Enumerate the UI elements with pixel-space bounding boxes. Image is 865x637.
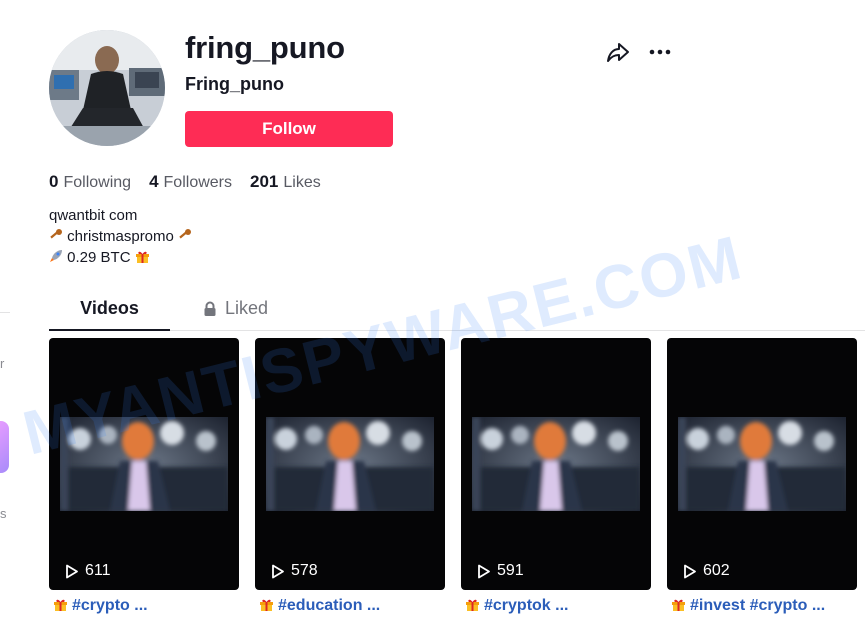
video-thumbnail — [266, 417, 434, 511]
lock-icon — [204, 301, 216, 316]
play-icon — [478, 564, 490, 578]
gift-icon — [466, 599, 479, 611]
sidebar-promo-button[interactable] — [0, 421, 9, 473]
nickname: Fring_puno — [185, 74, 284, 94]
video-card[interactable]: 591 — [461, 338, 651, 590]
profile-tabs: Videos Liked — [49, 296, 865, 331]
stat-following[interactable]: 0 Following — [49, 172, 131, 192]
stat-likes: 201 Likes — [250, 172, 321, 191]
video-caption[interactable]: #education ... — [259, 597, 380, 615]
sidebar-divider — [0, 312, 10, 313]
bio-line: christmaspromo — [49, 226, 192, 247]
more-options-button[interactable] — [646, 38, 674, 66]
avatar[interactable] — [49, 30, 165, 146]
video-thumbnail — [60, 417, 228, 511]
view-count: 578 — [271, 562, 318, 580]
video-thumbnail — [678, 417, 846, 511]
video-thumbnail — [472, 417, 640, 511]
video-caption[interactable]: #invest #crypto ... — [671, 597, 825, 615]
share-button[interactable] — [604, 38, 632, 66]
play-icon — [684, 564, 696, 578]
bio-line: qwantbit com — [49, 207, 138, 224]
sidebar-fragment-text: s — [0, 506, 7, 521]
video-caption[interactable]: #cryptok ... — [465, 597, 568, 615]
username: fring_puno — [185, 30, 345, 65]
stat-followers[interactable]: 4 Followers — [149, 172, 232, 192]
bio-line: 0.29 BTC — [49, 247, 192, 268]
video-card[interactable]: 611 — [49, 338, 239, 590]
sidebar-fragment-text: r — [0, 356, 5, 371]
play-icon — [66, 564, 78, 578]
video-caption[interactable]: #crypto ... — [53, 597, 148, 615]
key-icon — [179, 229, 192, 239]
view-count: 611 — [65, 562, 111, 580]
gift-icon — [672, 599, 685, 611]
tab-videos[interactable]: Videos — [49, 298, 170, 319]
more-icon — [649, 49, 671, 55]
share-icon — [607, 43, 629, 62]
gift-icon — [54, 599, 67, 611]
rocket-icon — [50, 250, 62, 262]
video-card[interactable]: 578 — [255, 338, 445, 590]
view-count: 591 — [477, 562, 524, 580]
profile-stats: 0 Following 4 Followers 201 Likes — [49, 172, 321, 192]
gift-icon — [135, 251, 149, 263]
video-card[interactable]: 602 — [667, 338, 857, 590]
tab-liked[interactable]: Liked — [203, 298, 268, 319]
gift-icon — [260, 599, 273, 611]
bio: qwantbit com christmaspromo 0.29 BTC — [49, 205, 192, 268]
key-icon — [50, 229, 62, 239]
play-icon — [272, 564, 284, 578]
active-tab-indicator — [49, 329, 170, 331]
follow-button[interactable]: Follow — [185, 111, 393, 147]
view-count: 602 — [683, 562, 730, 580]
